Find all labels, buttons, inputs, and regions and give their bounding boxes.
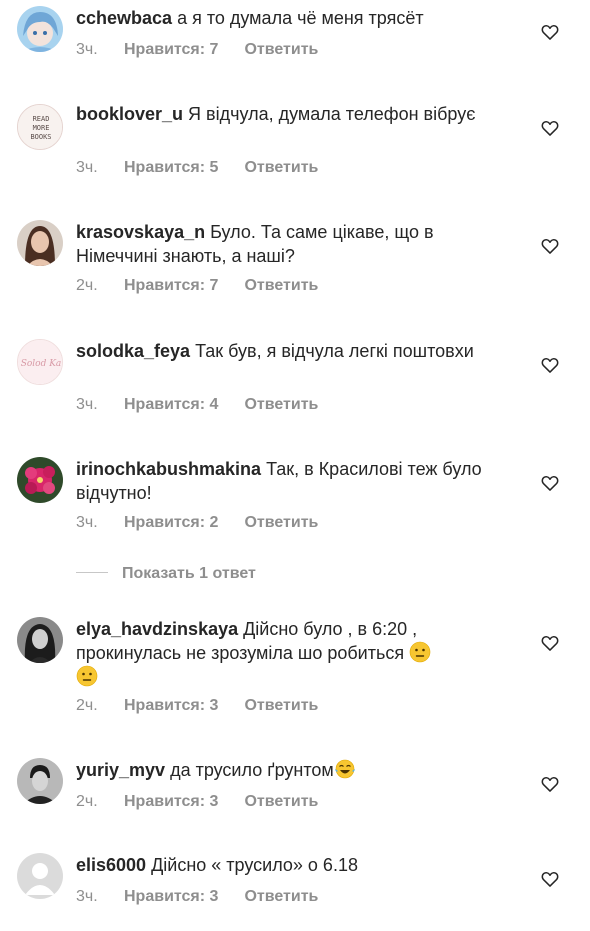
avatar[interactable] <box>17 220 63 266</box>
comment-text: booklover_u Я відчула, думала телефон віб… <box>76 104 476 124</box>
like-count[interactable]: Нравится: 7 <box>124 41 218 59</box>
timestamp: 2ч. <box>76 793 98 810</box>
reply-button[interactable]: Ответить <box>244 41 318 58</box>
comment-meta: 2ч. Нравится: 3 Ответить <box>76 697 318 715</box>
username[interactable]: elis6000 <box>76 855 146 875</box>
comment-meta: 3ч. Нравится: 3 Ответить <box>76 888 318 906</box>
reply-button[interactable]: Ответить <box>244 793 318 810</box>
heart-icon[interactable] <box>540 633 560 653</box>
avatar[interactable]: READ MORE BOOKS <box>17 104 63 150</box>
comment-meta: 2ч. Нравится: 7 Ответить <box>76 277 318 295</box>
heart-icon[interactable] <box>540 473 560 493</box>
timestamp: 3ч. <box>76 888 98 905</box>
like-count[interactable]: Нравится: 3 <box>124 793 218 811</box>
view-replies-button[interactable]: Показать 1 ответ <box>76 565 256 583</box>
timestamp: 2ч. <box>76 697 98 714</box>
avatar[interactable] <box>17 6 63 52</box>
username[interactable]: irinochkabushmakina <box>76 459 261 479</box>
comment-text: irinochkabushmakina Так, в Красилові теж … <box>76 459 482 503</box>
avatar[interactable] <box>17 853 63 899</box>
comment-text: solodka_feya Так був, я відчула легкі пош… <box>76 341 474 361</box>
comment-meta: 3ч. Нравится: 7 Ответить <box>76 41 318 59</box>
comment-text: elya_havdzinskaya Дійсно було , в 6:20 , … <box>76 617 516 689</box>
heart-icon[interactable] <box>540 869 560 889</box>
like-count[interactable]: Нравится: 3 <box>124 888 218 906</box>
reply-button[interactable]: Ответить <box>244 514 318 531</box>
username[interactable]: solodka_feya <box>76 341 190 361</box>
avatar[interactable] <box>17 457 63 503</box>
comment-meta: 3ч. Нравится: 2 Ответить <box>76 514 318 532</box>
timestamp: 2ч. <box>76 277 98 294</box>
heart-icon[interactable] <box>540 236 560 256</box>
heart-icon[interactable] <box>540 22 560 42</box>
like-count[interactable]: Нравится: 7 <box>124 277 218 295</box>
reply-button[interactable]: Ответить <box>244 277 318 294</box>
comment-text: elis6000 Дійсно « трусило» о 6.18 <box>76 855 358 875</box>
replies-divider <box>76 572 108 573</box>
timestamp: 3ч. <box>76 159 98 176</box>
svg-text:BOOKS: BOOKS <box>30 133 51 141</box>
timestamp: 3ч. <box>76 514 98 531</box>
reply-button[interactable]: Ответить <box>244 396 318 413</box>
avatar-logo-text: READ <box>33 115 50 123</box>
avatar[interactable]: Solod Ka <box>17 339 63 385</box>
svg-text:MORE: MORE <box>33 124 50 132</box>
username[interactable]: cchewbaca <box>76 8 172 28</box>
tears-of-joy-emoji-icon <box>334 759 355 779</box>
like-count[interactable]: Нравится: 3 <box>124 697 218 715</box>
reply-button[interactable]: Ответить <box>244 697 318 714</box>
heart-icon[interactable] <box>540 355 560 375</box>
confused-face-emoji-icon <box>409 641 431 663</box>
timestamp: 3ч. <box>76 396 98 413</box>
avatar[interactable] <box>17 617 63 663</box>
avatar-logo-text: Solod Ka <box>21 359 62 369</box>
comment-text: cchewbaca а я то думала чё меня трясёт <box>76 8 424 28</box>
comment-meta: 3ч. Нравится: 5 Ответить <box>76 159 318 177</box>
confused-face-emoji-icon <box>76 665 98 687</box>
heart-icon[interactable] <box>540 118 560 138</box>
heart-icon[interactable] <box>540 774 560 794</box>
avatar[interactable] <box>17 758 63 804</box>
reply-button[interactable]: Ответить <box>244 159 318 176</box>
comment-text: yuriy_myv да трусило ґрунтом <box>76 758 516 782</box>
view-replies-label: Показать 1 ответ <box>122 565 256 582</box>
like-count[interactable]: Нравится: 4 <box>124 396 218 414</box>
comment-meta: 3ч. Нравится: 4 Ответить <box>76 396 318 414</box>
like-count[interactable]: Нравится: 5 <box>124 159 218 177</box>
username[interactable]: krasovskaya_n <box>76 222 205 242</box>
username[interactable]: yuriy_myv <box>76 760 165 780</box>
comment-meta: 2ч. Нравится: 3 Ответить <box>76 793 318 811</box>
comment-text: krasovskaya_n Було. Та саме цікаве, що в … <box>76 222 434 266</box>
username[interactable]: elya_havdzinskaya <box>76 619 238 639</box>
username[interactable]: booklover_u <box>76 104 183 124</box>
timestamp: 3ч. <box>76 41 98 58</box>
reply-button[interactable]: Ответить <box>244 888 318 905</box>
like-count[interactable]: Нравится: 2 <box>124 514 218 532</box>
